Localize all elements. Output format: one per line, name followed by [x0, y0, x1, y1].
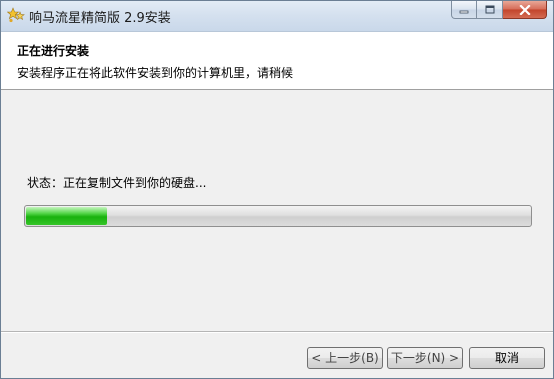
progress-fill	[26, 207, 107, 225]
close-icon	[518, 4, 531, 15]
status-text: 状态：正在复制文件到你的硬盘...	[27, 176, 207, 190]
back-button[interactable]: < 上一步(B)	[307, 347, 383, 369]
installer-window: 响马流星精简版 2.9安装 正在进行安装 安装程序正在将此软件安装到你的计算机里…	[0, 0, 554, 379]
title-bar[interactable]: 响马流星精简版 2.9安装	[1, 1, 553, 32]
maximize-icon	[485, 5, 494, 14]
maximize-button[interactable]	[477, 1, 503, 19]
page-subtitle: 安装程序正在将此软件安装到你的计算机里，请稍候	[17, 66, 294, 80]
bottom-divider	[1, 331, 553, 333]
minimize-icon	[459, 10, 469, 13]
page-title: 正在进行安装	[17, 44, 90, 58]
header-panel: 正在进行安装 安装程序正在将此软件安装到你的计算机里，请稍候	[1, 32, 553, 90]
install-progress-bar	[24, 205, 532, 227]
caption-buttons	[451, 1, 547, 21]
close-button[interactable]	[503, 1, 547, 19]
app-star-icon	[7, 7, 25, 23]
next-button[interactable]: 下一步(N) >	[387, 347, 463, 369]
minimize-button[interactable]	[451, 1, 477, 19]
cancel-button[interactable]: 取消	[469, 347, 545, 369]
window-title: 响马流星精简版 2.9安装	[29, 11, 171, 26]
